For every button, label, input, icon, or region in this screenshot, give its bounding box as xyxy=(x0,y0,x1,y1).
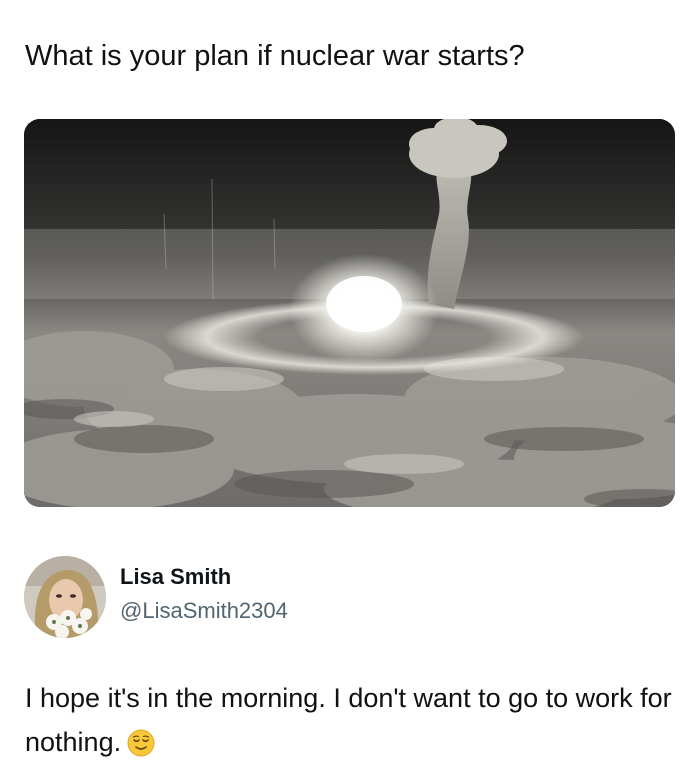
nuclear-explosion-image xyxy=(24,119,675,507)
reply-text: I hope it's in the morning. I don't want… xyxy=(25,683,672,757)
reply-author[interactable]: Lisa Smith @LisaSmith2304 xyxy=(24,556,664,638)
reply-text-block: I hope it's in the morning. I don't want… xyxy=(25,676,675,770)
avatar[interactable] xyxy=(24,556,106,638)
author-handle[interactable]: @LisaSmith2304 xyxy=(120,598,288,624)
profile-photo-icon xyxy=(24,556,106,638)
relieved-face-emoji-icon xyxy=(127,726,155,770)
author-display-name[interactable]: Lisa Smith xyxy=(120,564,231,590)
post-image[interactable] xyxy=(24,119,675,507)
post-question-text: What is your plan if nuclear war starts? xyxy=(25,40,525,72)
